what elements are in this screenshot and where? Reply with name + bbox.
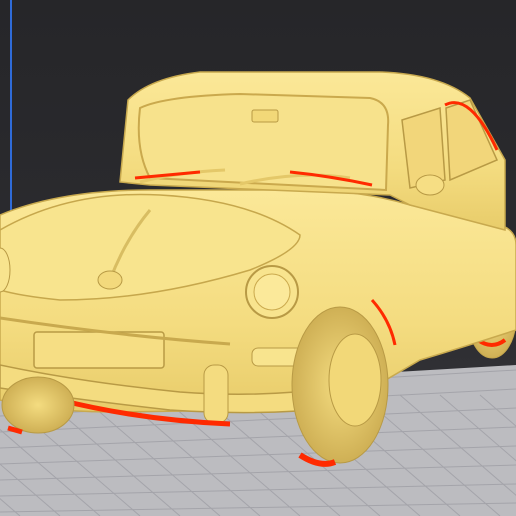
bumper-guard xyxy=(203,364,229,424)
front-left-wheel xyxy=(1,376,75,435)
rearview-mirror xyxy=(251,109,279,123)
side-mirror xyxy=(415,174,445,196)
hood-emblem xyxy=(97,270,123,290)
slicer-3d-viewport[interactable] xyxy=(0,0,516,516)
car-model-3d[interactable] xyxy=(0,0,516,516)
